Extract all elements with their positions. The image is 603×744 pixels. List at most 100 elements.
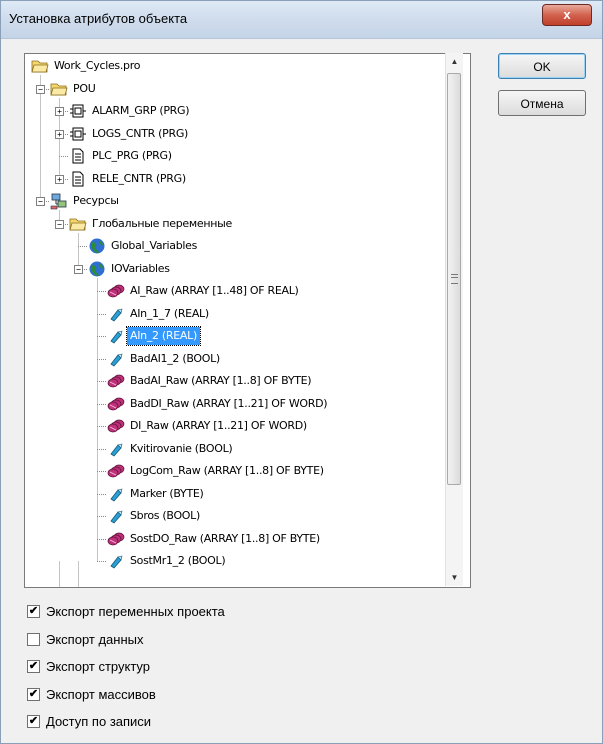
export-option-row[interactable]: ✔ Экспорт структур (27, 658, 427, 678)
expand-plus-icon[interactable]: + (55, 175, 64, 184)
tree-node-label: Global_Variables (111, 239, 198, 252)
tree-node[interactable]: AI_Raw (ARRAY [1..48] OF REAL) (107, 281, 302, 301)
scroll-down-icon[interactable]: ▼ (446, 569, 463, 586)
checkbox-label[interactable]: Экспорт переменных проекта (46, 604, 225, 619)
checkbox-checked-icon[interactable]: ✔ (27, 715, 40, 728)
tree-node-label: Kvitirovanie (BOOL) (130, 441, 233, 455)
export-option-row[interactable]: ✔ Экспорт переменных проекта (27, 603, 427, 623)
tree-node[interactable]: RELE_CNTR (PRG) (69, 169, 189, 189)
program-document-icon (69, 170, 87, 188)
tree-node[interactable]: Global_Variables (88, 236, 200, 256)
expand-plus-icon[interactable]: + (55, 130, 64, 139)
tree-node[interactable]: PLC_PRG (PRG) (69, 146, 175, 166)
tree-node[interactable]: DI_Raw (ARRAY [1..21] OF WORD) (107, 416, 310, 436)
tree-node[interactable]: LogCom_Raw (ARRAY [1..8] OF BYTE) (107, 461, 327, 481)
tree-node-label: Sbros (BOOL) (130, 509, 200, 522)
variable-diamond-icon (107, 440, 125, 458)
tree-node-label: BadAI_Raw (ARRAY [1..8] OF BYTE) (130, 374, 312, 387)
tree-node-label: Work_Cycles.pro (54, 59, 141, 72)
tree-node-label: BadDI_Raw (ARRAY [1..21] OF WORD) (130, 396, 328, 410)
tree-node[interactable]: ALARM_GRP (PRG) (69, 101, 192, 121)
program-document-icon (69, 147, 87, 165)
collapse-minus-icon[interactable]: − (74, 265, 83, 274)
checkbox-label[interactable]: Доступ по записи (46, 714, 151, 729)
tree-node-label: AIn_2 (REAL) (126, 326, 201, 346)
tree-node[interactable]: SostDO_Raw (ARRAY [1..8] OF BYTE) (107, 529, 323, 549)
function-block-icon (69, 102, 87, 120)
tree-node[interactable]: Глобальные переменные (69, 214, 235, 234)
checkbox-unchecked-icon[interactable] (27, 632, 40, 646)
tree-node-label: BadAI1_2 (BOOL) (130, 351, 220, 365)
tree-node[interactable]: AIn_2 (REAL) (107, 326, 201, 346)
tree-node[interactable]: Kvitirovanie (BOOL) (107, 439, 235, 459)
function-block-icon (69, 125, 87, 143)
scroll-grip-icon (451, 274, 458, 284)
tree-node[interactable]: Ресурсы (50, 191, 122, 211)
export-option-row[interactable]: Экспорт данных (27, 631, 427, 651)
tree-node-label: ALARM_GRP (PRG) (92, 104, 190, 117)
export-option-row[interactable]: ✔ Экспорт массивов (27, 686, 427, 706)
collapse-minus-icon[interactable]: − (55, 220, 64, 229)
tree-node[interactable]: LOGS_CNTR (PRG) (69, 124, 191, 144)
tree-node-label: LogCom_Raw (ARRAY [1..8] OF BYTE) (130, 464, 324, 477)
tree-node[interactable]: POU (50, 79, 98, 99)
collapse-minus-icon[interactable]: − (36, 197, 45, 206)
array-variable-icon (107, 282, 125, 300)
tree-node[interactable]: BadDI_Raw (ARRAY [1..21] OF WORD) (107, 394, 330, 414)
tree-node-label: SostDO_Raw (ARRAY [1..8] OF BYTE) (130, 531, 320, 545)
cancel-button[interactable]: Отмена (498, 90, 586, 116)
tree-node-label: Ресурсы (73, 194, 119, 207)
scroll-thumb[interactable] (447, 73, 461, 485)
resources-network-icon (50, 192, 68, 210)
tree-vertical-scrollbar[interactable]: ▲ ▼ (445, 53, 463, 586)
tree-node[interactable]: BadAI1_2 (BOOL) (107, 349, 223, 369)
tree-node[interactable]: SostMr1_2 (BOOL) (107, 551, 228, 571)
folder-open-icon (50, 80, 68, 98)
checkbox-label[interactable]: Экспорт структур (46, 659, 150, 674)
tree-node-label: Marker (BYTE) (130, 486, 204, 500)
variable-diamond-icon (107, 327, 125, 345)
expand-plus-icon[interactable]: + (55, 107, 64, 116)
globe-icon (88, 260, 106, 278)
array-variable-icon (107, 417, 125, 435)
window-title: Установка атрибутов объекта (9, 11, 188, 26)
tree-node[interactable]: Sbros (BOOL) (107, 506, 203, 526)
scroll-up-icon[interactable]: ▲ (446, 53, 463, 70)
array-variable-icon (107, 530, 125, 548)
tree-node-label: DI_Raw (ARRAY [1..21] OF WORD) (130, 419, 307, 432)
checkbox-checked-icon[interactable]: ✔ (27, 687, 40, 701)
ok-button[interactable]: OK (498, 53, 586, 79)
variable-diamond-icon (107, 305, 125, 323)
export-option-row[interactable]: ✔ Доступ по записи (27, 713, 427, 733)
tree-node[interactable]: BadAI_Raw (ARRAY [1..8] OF BYTE) (107, 371, 314, 391)
checkbox-checked-icon[interactable]: ✔ (27, 660, 40, 673)
tree-node[interactable]: Work_Cycles.pro (31, 56, 143, 76)
dialog-window: Установка атрибутов объекта x Work_Cycle… (0, 0, 603, 744)
checkbox-label[interactable]: Экспорт массивов (46, 687, 156, 702)
collapse-minus-icon[interactable]: − (36, 85, 45, 94)
tree-node-label: Глобальные переменные (92, 216, 232, 230)
tree-node-label: AI_Raw (ARRAY [1..48] OF REAL) (130, 284, 299, 297)
array-variable-icon (107, 462, 125, 480)
tree-node[interactable]: IOVariables (88, 259, 173, 279)
folder-open-icon (31, 57, 49, 75)
tree-node[interactable]: AIn_1_7 (REAL) (107, 304, 212, 324)
tree-node-label: POU (73, 81, 96, 95)
title-bar[interactable]: Установка атрибутов объекта x (1, 1, 602, 39)
tree-node-label: LOGS_CNTR (PRG) (92, 126, 189, 140)
globe-icon (88, 237, 106, 255)
close-button[interactable]: x (542, 4, 592, 26)
tree-node[interactable]: Marker (BYTE) (107, 484, 207, 504)
variable-diamond-icon (107, 552, 125, 570)
checkbox-label[interactable]: Экспорт данных (46, 632, 143, 647)
variable-diamond-icon (107, 350, 125, 368)
checkbox-checked-icon[interactable]: ✔ (27, 605, 40, 618)
array-variable-icon (107, 372, 125, 390)
variable-diamond-icon (107, 507, 125, 525)
tree-node-label: RELE_CNTR (PRG) (92, 171, 186, 185)
object-tree[interactable]: Work_Cycles.pro POU ALARM_GRP (PRG) LOGS_CN… (24, 53, 471, 588)
tree-node-label: SostMr1_2 (BOOL) (130, 554, 226, 567)
tree-node-label: IOVariables (111, 261, 170, 275)
variable-diamond-icon (107, 485, 125, 503)
array-variable-icon (107, 395, 125, 413)
